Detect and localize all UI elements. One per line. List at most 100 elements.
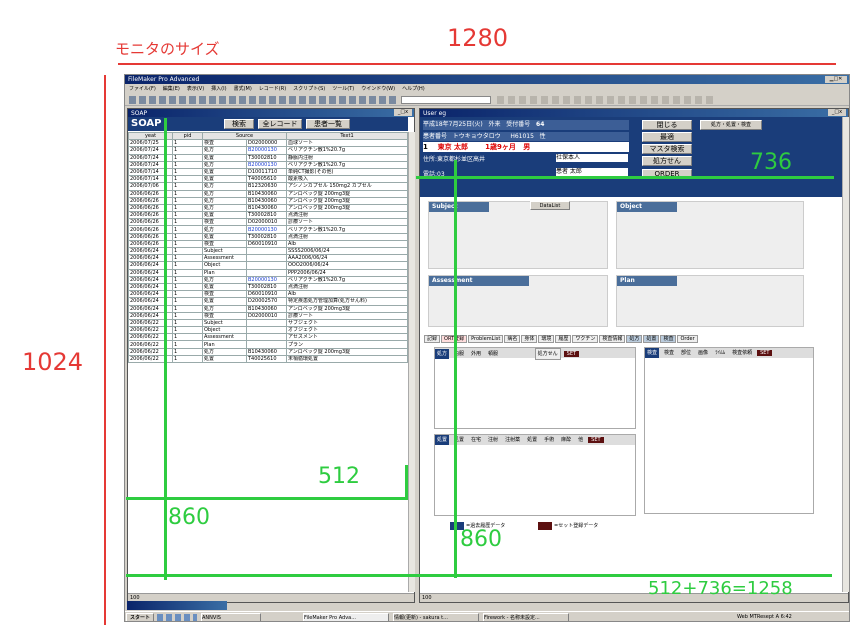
table-row[interactable]: 2006/06/22 1 Plan プラン (128, 340, 408, 349)
user-status-zoom[interactable]: 100 (422, 595, 432, 601)
rx-external-button[interactable]: 外用 (469, 349, 483, 359)
surgery-button[interactable]: 手術 (542, 435, 556, 445)
tab-order[interactable]: Order (677, 335, 698, 343)
app-window-controls[interactable]: ▁□✕ (825, 76, 847, 83)
patient-list-button[interactable]: 患者一覧 (306, 119, 350, 129)
table-row[interactable]: 2006/06/22 1 処置 T40025610 末梢循環処置 (128, 354, 408, 364)
homecare-button[interactable]: 在宅 (469, 435, 483, 445)
menu-insert[interactable]: 挿入(I) (211, 86, 226, 92)
menu-record[interactable]: レコード(R) (259, 86, 286, 92)
soap-window-controls[interactable]: _□x (394, 109, 412, 116)
tab-test[interactable]: 検査 (660, 335, 677, 343)
start-button[interactable]: スタート (126, 613, 154, 621)
table-cell: OOO2006/06/24 (286, 261, 408, 270)
rx-prn-button[interactable]: 頓服 (486, 349, 500, 359)
toolbar-icons[interactable] (129, 96, 399, 104)
soap-scrollbar[interactable] (408, 132, 415, 592)
table-row[interactable]: 2006/06/22 1 Object オブジェクト (128, 326, 408, 335)
table-row[interactable]: 2006/06/26 1 処置 T30002810 点滴注射 (128, 232, 408, 241)
table-row[interactable]: 2006/07/25 1 検査 D02000000 血球ソート (128, 139, 408, 148)
injection-button[interactable]: 注射 (486, 435, 500, 445)
tab-body[interactable]: 身体 (521, 335, 538, 343)
table-row[interactable]: 2006/06/22 1 Subject サブジェクト (128, 318, 408, 328)
table-row[interactable]: 2006/07/24 1 処置 T30002810 静脈内注射 (128, 153, 408, 162)
rx-slip-button[interactable]: 処方せん (534, 348, 561, 360)
table-row[interactable]: 2006/07/24 1 処方 B20000130 ベリアクチン散1%20.7g (128, 160, 408, 169)
prescription-button[interactable]: 処方せん (642, 156, 692, 166)
table-row[interactable]: 2006/06/26 1 検査 D60010910 Alb (128, 239, 408, 249)
rx-set-button[interactable]: SET (563, 351, 580, 357)
datalist-button[interactable]: DataList (530, 201, 570, 210)
table-row[interactable]: 2006/06/24 1 処方 B10430060 アンロベック錠 200mg3錠 (128, 304, 408, 313)
tab-testinfo[interactable]: 検査情報 (599, 335, 626, 343)
search-button[interactable]: 検索 (224, 119, 254, 129)
minimized-window[interactable] (127, 601, 227, 610)
insurance-field-2[interactable]: 患者 太郎 (556, 168, 628, 176)
all-records-button[interactable]: 全レコード (258, 119, 302, 129)
quicklaunch-icons[interactable] (157, 614, 197, 621)
close-button[interactable]: 閉じる (642, 120, 692, 130)
menu-window[interactable]: ウインドウ(W) (361, 86, 395, 92)
procedure2-button[interactable]: 処置 (525, 435, 539, 445)
table-row[interactable]: 2006/06/24 1 処方 B20000130 ベリアクチン散1%20.7g (128, 275, 408, 284)
table-row[interactable]: 2006/06/22 1 Assessment アセスメント (128, 333, 408, 342)
table-row[interactable]: 2006/06/24 1 Subject SSSS2006/06/24 (128, 246, 408, 256)
insurance-field-1[interactable]: 社保本人 (556, 154, 628, 162)
tab-vaccine[interactable]: ワクチン (572, 335, 599, 343)
table-row[interactable]: 2006/06/24 1 検査 D02000010 診療ソート (128, 311, 408, 320)
master-search-button[interactable]: マスタ検索 (642, 144, 692, 154)
taskbar-item-annvis[interactable]: ANNVIS (201, 613, 261, 621)
test-request-button[interactable]: 検査依頼 (730, 348, 754, 358)
tab-procedure[interactable]: 処置 (643, 335, 660, 343)
tab-disease[interactable]: 病名 (504, 335, 521, 343)
toolbar-format-icons[interactable] (497, 96, 717, 104)
ri-button[interactable]: ﾗｲﾑﾑ (713, 348, 727, 358)
site-button[interactable]: 部位 (679, 348, 693, 358)
optimize-button[interactable]: 最適 (642, 132, 692, 142)
table-row[interactable]: 2006/06/24 1 Assessment AAA2006/06/24 (128, 254, 408, 263)
user-window-controls[interactable]: _□x (828, 109, 846, 116)
toolbar-font-field[interactable] (401, 96, 491, 104)
procedure-set-button[interactable]: SET (588, 437, 604, 443)
menu-tools[interactable]: ツール(T) (332, 86, 354, 92)
menu-view[interactable]: 表示(V) (187, 86, 204, 92)
table-cell: 1 (172, 239, 203, 249)
table-row[interactable]: 2006/07/24 1 処方 B20000130 ベリアクチン散1%20.7g (128, 146, 408, 155)
taskbar-item-fireworks[interactable]: Firework - 名称未設定... (483, 613, 569, 621)
taskbar-item-filemaker[interactable]: FileMaker Pro Adva... (303, 613, 389, 621)
table-row[interactable]: 2006/06/26 1 処方 B10430060 アンロベック錠 200mg3錠 (128, 203, 408, 213)
table-row[interactable]: 2006/06/26 1 処置 T30002810 点滴注射 (128, 211, 408, 220)
menu-format[interactable]: 書式(M) (234, 86, 252, 92)
other-button[interactable]: 他 (576, 435, 585, 445)
tab-history[interactable]: 履歴 (555, 335, 572, 343)
table-row[interactable]: 2006/07/14 1 処置 T40005610 酸素吸入 (128, 175, 408, 184)
table-row[interactable]: 2006/06/24 1 処置 D20002570 特定疾患処方管理加算(処方せん料) (128, 297, 408, 306)
tab-env[interactable]: 環境 (538, 335, 555, 343)
menu-help[interactable]: ヘルプ(H) (402, 86, 425, 92)
table-row[interactable]: 2006/06/24 1 Plan PPP2006/06/24 (128, 268, 408, 277)
table-row[interactable]: 2006/06/22 1 処方 B10430060 アンロベック錠 200mg3錠 (128, 347, 408, 356)
injection-drug-button[interactable]: 注射薬 (503, 435, 522, 445)
table-row[interactable]: 2006/06/26 1 処方 B10430060 アンロベック錠 200mg3錠 (128, 189, 408, 198)
rx-procedure-test-button[interactable]: 処方・処置・検査 (700, 120, 762, 130)
taskbar-item-sakura[interactable]: 情報(更新) - sakura t... (393, 613, 479, 621)
table-row[interactable]: 2006/06/26 1 検査 D02000010 診療ソート (128, 218, 408, 227)
tab-record[interactable]: 記録 (424, 335, 441, 343)
image-button[interactable]: 画像 (696, 348, 710, 358)
table-row[interactable]: 2006/07/06 1 処方 B12320630 アシノンカプセル 150mg2 カプ… (128, 182, 408, 191)
tab-rx[interactable]: 処方 (626, 335, 643, 343)
test-set-button[interactable]: SET (757, 350, 773, 356)
table-row[interactable]: 2006/06/24 1 Object OOO2006/06/24 (128, 261, 408, 270)
tab-problemlist[interactable]: ProblemList (468, 335, 504, 343)
menu-edit[interactable]: 編集(E) (163, 86, 180, 92)
test-button[interactable]: 検査 (662, 348, 676, 358)
table-row[interactable]: 2006/06/24 1 処置 T30002810 点滴注射 (128, 282, 408, 292)
menu-script[interactable]: スクリプト(S) (293, 86, 325, 92)
anesthesia-button[interactable]: 麻酔 (559, 435, 573, 445)
table-row[interactable]: 2006/06/26 1 処方 B20000130 ベリアクチン散1%20.7g (128, 225, 408, 234)
menu-file[interactable]: ファイル(F) (129, 86, 156, 92)
table-row[interactable]: 2006/06/24 1 検査 D60010910 Alb (128, 290, 408, 299)
user-scrollbar[interactable] (842, 117, 849, 592)
table-row[interactable]: 2006/06/26 1 処方 B10430060 アンロベック錠 200mg3錠 (128, 196, 408, 205)
table-row[interactable]: 2006/07/14 1 処置 D10011710 単純CT撮影(その他) (128, 167, 408, 177)
